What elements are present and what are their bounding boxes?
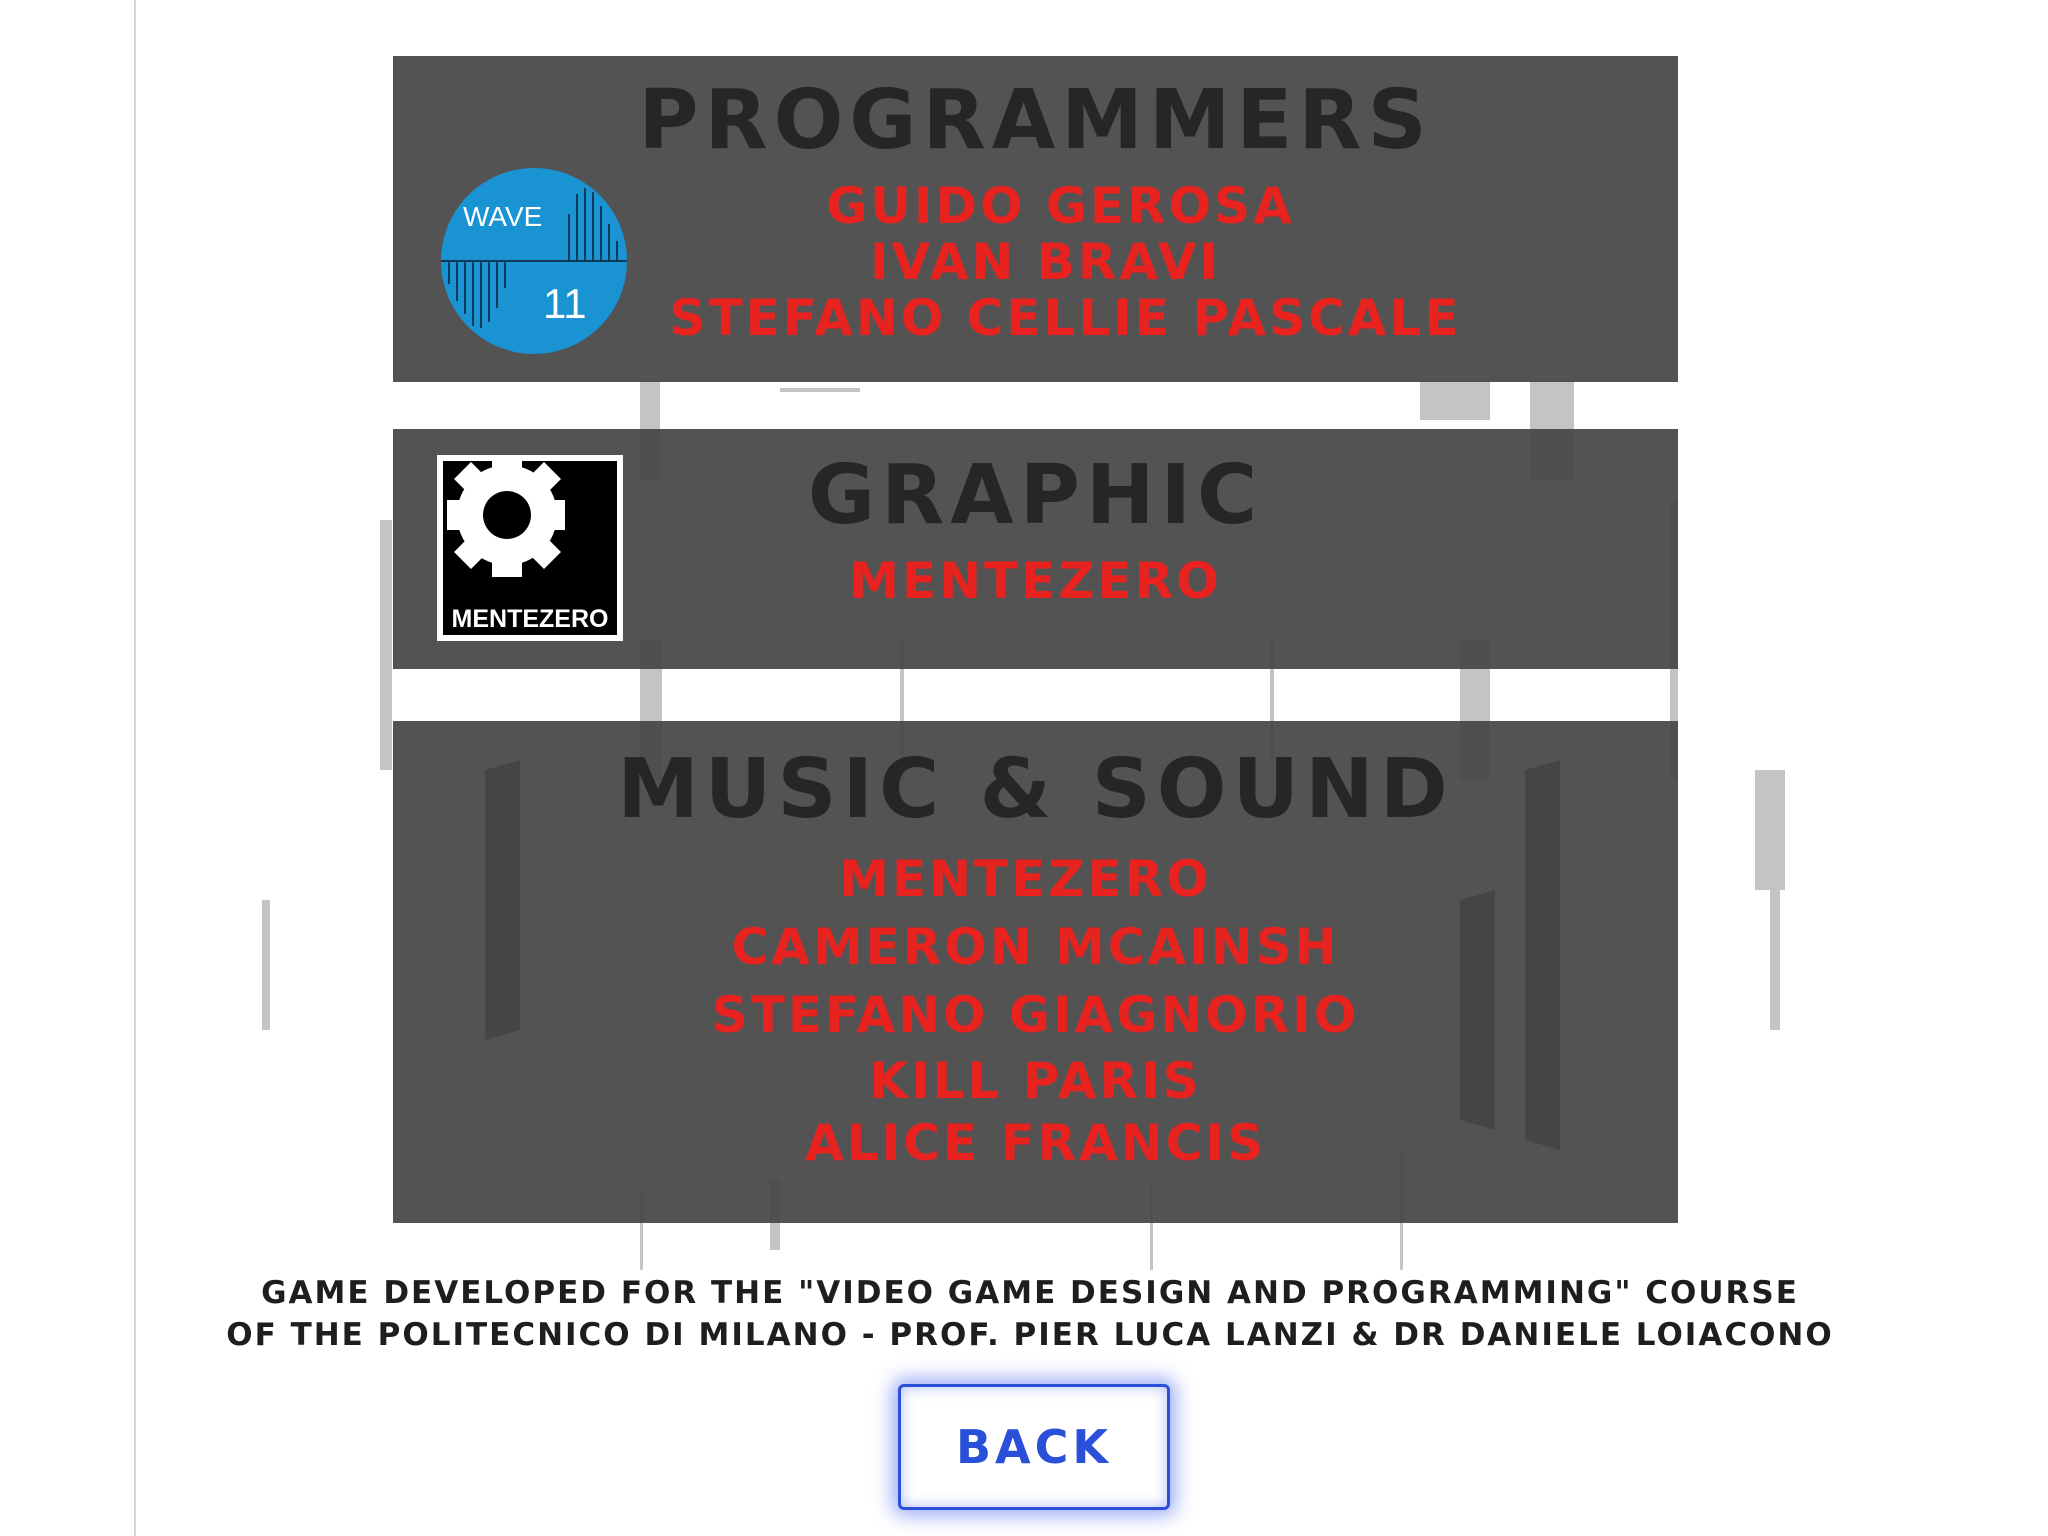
back-button[interactable]: BACK [898, 1384, 1170, 1510]
music-sound-panel: MUSIC & SOUND MENTEZERO CAMERON MCAINSH … [393, 721, 1678, 1223]
programmer-name-3: STEFANO CELLIE PASCALE [669, 289, 1462, 347]
programmer-name-1: GUIDO GEROSA [826, 177, 1295, 235]
back-button-label: BACK [955, 1420, 1113, 1474]
programmer-name-2: IVAN BRAVI [869, 233, 1222, 291]
music-name-2: CAMERON MCAINSH [731, 918, 1340, 976]
credits-line-2: OF THE POLITECNICO DI MILANO - PROF. PIE… [226, 1317, 1834, 1353]
mentezero-logo-text: MENTEZERO [452, 605, 609, 633]
left-border-line [134, 0, 136, 1536]
graphic-name-1: MENTEZERO [849, 552, 1222, 610]
programmers-panel: PROGRAMMERS WAVE 11 GUIDO GEROSA IVAN BR… [393, 56, 1678, 382]
credits-line-1: GAME DEVELOPED FOR THE "VIDEO GAME DESIG… [261, 1275, 1799, 1311]
music-name-5: ALICE FRANCIS [805, 1114, 1266, 1172]
programmers-title: PROGRAMMERS [638, 73, 1433, 168]
graphic-panel: GRAPHIC MENTEZERO MENTEZERO [393, 429, 1678, 669]
course-credits: GAME DEVELOPED FOR THE "VIDEO GAME DESIG… [150, 1272, 1910, 1356]
mentezero-gear-logo-icon: MENTEZERO [437, 455, 623, 641]
music-sound-title: MUSIC & SOUND [617, 742, 1454, 837]
music-name-4: KILL PARIS [869, 1052, 1202, 1110]
music-name-3: STEFANO GIAGNORIO [711, 986, 1360, 1044]
music-name-1: MENTEZERO [839, 850, 1212, 908]
